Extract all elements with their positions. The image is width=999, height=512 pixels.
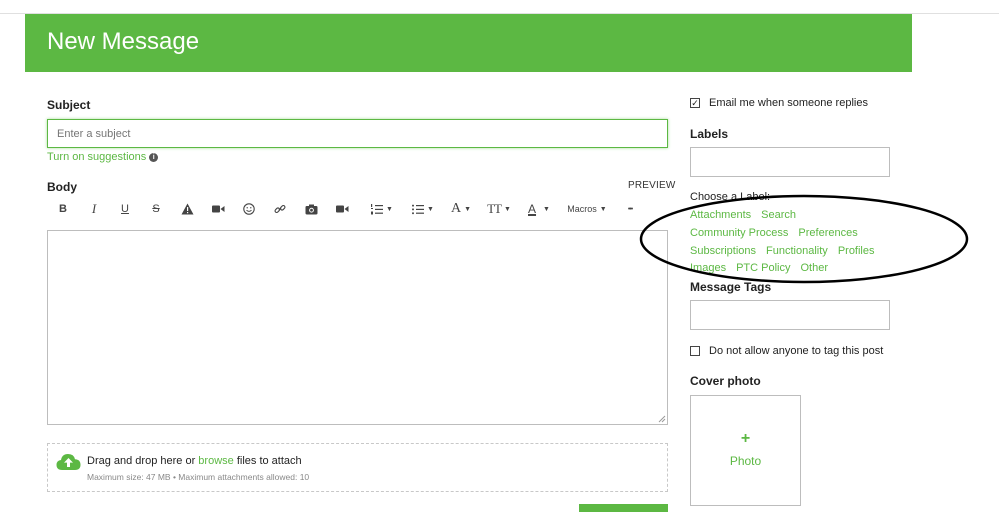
cover-photo-upload[interactable]: + Photo	[690, 395, 801, 506]
body-editor[interactable]	[47, 230, 668, 425]
text-color-button[interactable]: A ▼	[525, 199, 553, 219]
browse-link[interactable]: browse	[198, 455, 233, 467]
font-size-button[interactable]: TT ▼	[486, 199, 512, 219]
message-tags-input[interactable]	[690, 300, 890, 330]
no-tag-checkbox[interactable]	[690, 346, 700, 356]
page-header: New Message	[25, 14, 912, 72]
cover-photo-heading: Cover photo	[690, 374, 761, 388]
bullet-list-button[interactable]: ▼	[407, 199, 439, 219]
chevron-down-icon: ▼	[464, 205, 472, 213]
macros-label: Macros	[567, 204, 597, 214]
chevron-down-icon: ▼	[427, 205, 434, 213]
macros-button[interactable]: Macros ▼	[566, 199, 608, 219]
font-family-label: A	[450, 201, 462, 216]
font-size-label: TT	[487, 201, 502, 216]
no-tag-option[interactable]: Do not allow anyone to tag this post	[690, 345, 883, 357]
email-replies-checkbox[interactable]: ✓	[690, 98, 700, 108]
video-icon[interactable]	[211, 199, 225, 219]
strikethrough-button[interactable]: S	[149, 199, 163, 219]
plus-icon: +	[740, 430, 751, 447]
italic-button[interactable]: I	[87, 199, 101, 219]
no-tag-label: Do not allow anyone to tag this post	[709, 345, 884, 357]
labels-input[interactable]	[690, 147, 890, 177]
email-replies-option[interactable]: ✓ Email me when someone replies	[690, 97, 868, 109]
cloud-upload-icon	[56, 454, 81, 470]
annotation-ellipse	[639, 194, 969, 284]
more-options-button[interactable]: •••	[622, 199, 638, 219]
email-replies-label: Email me when someone replies	[709, 97, 868, 109]
emoji-icon[interactable]	[242, 199, 256, 219]
chevron-down-icon: ▼	[599, 205, 607, 213]
chevron-down-icon: ▼	[503, 205, 511, 213]
browser-top-bar	[0, 0, 999, 14]
drop-suffix: files to attach	[236, 455, 302, 467]
attachment-dropzone[interactable]: Drag and drop here or browse files to at…	[47, 443, 668, 492]
warning-icon[interactable]	[180, 199, 194, 219]
editor-toolbar: B I U S ▼ ▼ A ▼ TT ▼ A ▼ Macros ▼ •••	[50, 199, 670, 219]
post-button[interactable]	[579, 504, 668, 512]
cover-photo-label: Photo	[729, 454, 762, 468]
bold-button[interactable]: B	[56, 199, 70, 219]
info-icon[interactable]: i	[149, 152, 159, 162]
suggestions-link-text: Turn on suggestions	[47, 151, 147, 163]
camera-icon[interactable]	[304, 199, 318, 219]
resize-handle-icon[interactable]	[658, 415, 666, 423]
video-insert-icon[interactable]	[335, 199, 349, 219]
text-color-label: A	[528, 202, 537, 216]
subject-input[interactable]	[47, 119, 668, 148]
preview-button[interactable]: PREVIEW	[628, 180, 676, 191]
body-label: Body	[47, 180, 77, 194]
attachment-limits: Maximum size: 47 MB • Maximum attachment…	[87, 472, 310, 482]
labels-heading: Labels	[690, 127, 729, 141]
drop-instructions: Drag and drop here or browse files to at…	[87, 455, 302, 467]
drop-prefix: Drag and drop here or	[87, 455, 196, 467]
chevron-down-icon: ▼	[386, 205, 393, 213]
subject-label: Subject	[47, 98, 91, 112]
message-tags-heading: Message Tags	[690, 280, 772, 294]
underline-button[interactable]: U	[118, 199, 132, 219]
suggestions-link[interactable]: Turn on suggestions i	[47, 151, 159, 163]
page-title: New Message	[47, 28, 200, 55]
numbered-list-button[interactable]: ▼	[366, 199, 398, 219]
font-family-button[interactable]: A ▼	[448, 199, 474, 219]
chevron-down-icon: ▼	[543, 205, 550, 213]
link-icon[interactable]	[273, 199, 287, 219]
